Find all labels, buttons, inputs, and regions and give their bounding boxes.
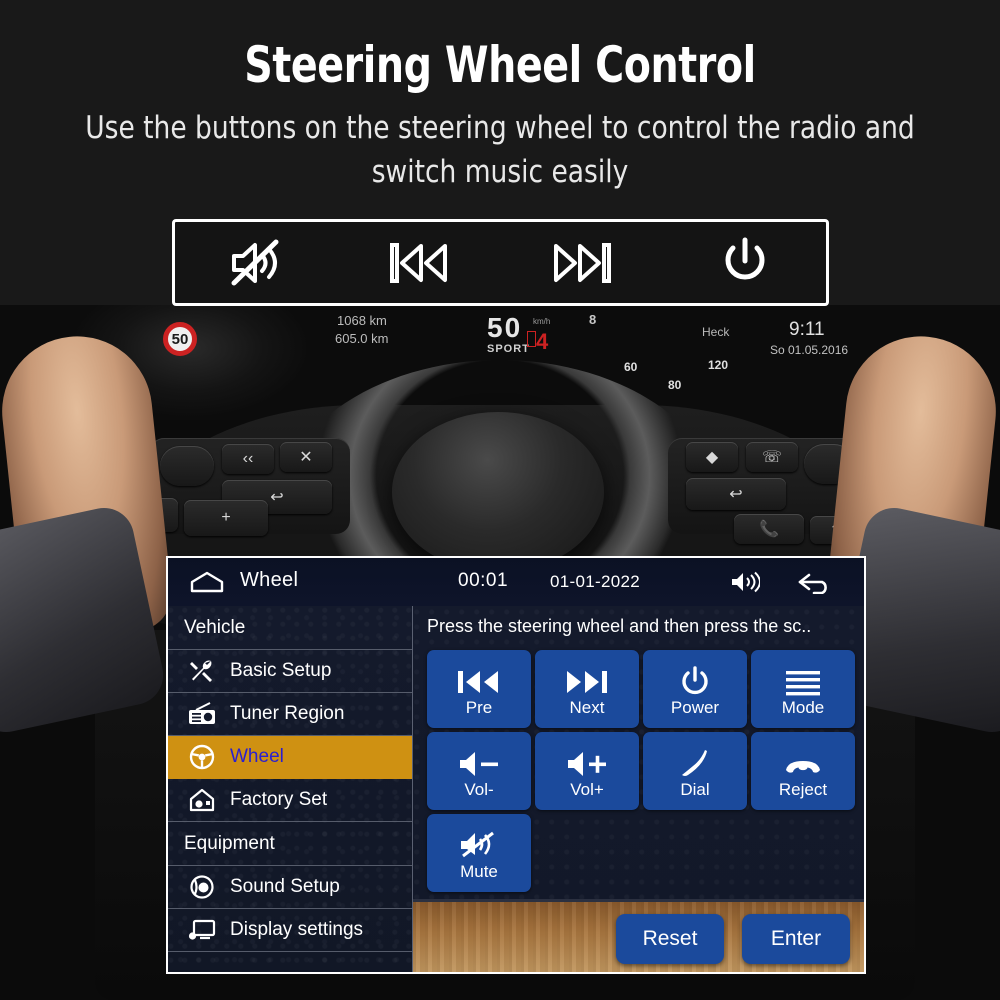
wheel-button-mute[interactable]: Mute [427, 814, 531, 892]
gear-indicator: 8 [589, 312, 597, 327]
page-subtitle: Use the buttons on the steering wheel to… [85, 110, 915, 190]
wheel-button-label: Next [569, 697, 605, 717]
speed-readout: 50 [487, 312, 523, 343]
sidebar-group-label: Vehicle [184, 616, 246, 638]
wheel-button-power[interactable]: Power [643, 650, 747, 728]
reset-button[interactable]: Reset [616, 914, 724, 964]
sidebar-item-sound-setup[interactable]: Sound Setup [168, 866, 412, 909]
sidebar-item-label: Factory Set [230, 789, 328, 810]
dash-clock: 9:11 [789, 319, 825, 340]
unit-clock: 00:01 [458, 570, 509, 591]
odometer-reading: 1068 km [337, 313, 387, 328]
next-track-icon [547, 234, 617, 292]
sidebar-item-basic-setup[interactable]: Basic Setup [168, 650, 412, 693]
sidebar-group-equipment: Equipment [168, 822, 412, 866]
gauge-tick-60: 60 [624, 360, 638, 374]
sidebar-item-label: Basic Setup [230, 660, 332, 681]
sidebar-item-label: Tuner Region [230, 703, 345, 724]
wood-panel-edge [413, 899, 864, 902]
gauge-tick-120: 120 [708, 358, 729, 372]
previous-track-icon [456, 662, 502, 696]
wheel-learning-pane: Press the steering wheel and then press … [413, 606, 864, 972]
enter-button[interactable]: Enter [742, 914, 850, 964]
wheel-button-pre[interactable]: Pre [427, 650, 531, 728]
rear-label: Heck [702, 325, 730, 339]
unit-date: 01-01-2022 [550, 572, 640, 591]
sidebar-group-vehicle: Vehicle [168, 606, 412, 650]
wheel-button-dial[interactable]: Dial [643, 732, 747, 810]
sidebar-item-label: Display settings [230, 919, 364, 940]
power-icon [680, 662, 710, 696]
speed-unit-label: km/h [533, 317, 551, 326]
instruction-text: Press the steering wheel and then press … [427, 616, 812, 636]
drive-mode-label: SPORT [487, 343, 530, 355]
power-icon [710, 234, 780, 292]
dash-date: So 01.05.2016 [770, 343, 849, 357]
head-unit-screen: Wheel 00:01 01-01-2022 Vehicle Basic Set… [166, 556, 866, 974]
wheel-button-vol-down[interactable]: Vol- [427, 732, 531, 810]
previous-track-icon [384, 234, 454, 292]
trip-reading: 605.0 km [335, 331, 389, 346]
sidebar-item-factory-set[interactable]: Factory Set [168, 779, 412, 822]
wheel-button-reject[interactable]: Reject [751, 732, 855, 810]
phone-reject-icon [782, 744, 824, 778]
wheel-button-vol-up[interactable]: Vol+ [535, 732, 639, 810]
steering-wheel-icon [182, 744, 222, 770]
wheel-button-next[interactable]: Next [535, 650, 639, 728]
sidebar-item-label: Wheel [230, 746, 284, 767]
gauge-tick-80: 80 [668, 378, 682, 392]
wheel-button-label: Mute [460, 861, 498, 881]
mute-icon [221, 234, 291, 292]
wheel-button-label: Pre [465, 697, 493, 717]
right-diamond-button[interactable]: ◆ [686, 442, 738, 472]
unit-header-bar: Wheel 00:01 01-01-2022 [168, 558, 864, 606]
sidebar-item-tuner-region[interactable]: Tuner Region [168, 693, 412, 736]
back-arrow-icon[interactable] [798, 572, 832, 599]
wheel-button-label: Reject [778, 779, 828, 799]
page-title: Steering Wheel Control [244, 36, 756, 94]
home-icon[interactable] [190, 571, 224, 598]
speaker-icon [182, 874, 222, 900]
volume-up-icon [565, 744, 609, 778]
left-mute-button[interactable]: ✕ [280, 442, 332, 472]
wheel-button-label: Vol+ [570, 779, 604, 799]
gear-box-outline [527, 331, 536, 347]
factory-reset-icon [182, 788, 222, 812]
wheel-button-label: Dial [680, 779, 710, 799]
sidebar-item-display-settings[interactable]: Display settings [168, 909, 412, 952]
menu-lines-icon [784, 662, 822, 696]
next-track-icon [564, 662, 610, 696]
monitor-icon [182, 918, 222, 942]
current-gear: 4 [536, 329, 549, 354]
right-phone-icon-button[interactable]: ☏ [746, 442, 798, 472]
volume-icon[interactable] [730, 570, 761, 599]
unit-body: Vehicle Basic Setup Tuner Region Wheel F… [168, 606, 864, 972]
phone-dial-icon [678, 744, 712, 778]
tools-icon [182, 659, 222, 683]
right-back-button[interactable]: ↩ [686, 478, 786, 510]
wheel-function-grid: Pre Next Power Mode Vol- Vol+ Dial Rejec… [427, 650, 855, 892]
sidebar-group-label: Equipment [184, 832, 275, 854]
speed-limit-sign: 50 [163, 322, 197, 356]
wheel-button-label: Power [670, 697, 720, 717]
volume-up-button[interactable]: + [184, 500, 268, 536]
feature-icon-strip [172, 219, 829, 306]
settings-sidebar: Vehicle Basic Setup Tuner Region Wheel F… [168, 606, 413, 972]
radio-icon [182, 702, 222, 726]
steering-wheel-hub [392, 412, 604, 572]
mute-icon [459, 826, 499, 860]
sidebar-item-wheel[interactable]: Wheel [168, 736, 412, 779]
volume-down-icon [457, 744, 501, 778]
left-seek-button[interactable]: ‹‹ [222, 444, 274, 474]
wheel-button-label: Mode [781, 697, 825, 717]
sidebar-item-label: Sound Setup [230, 876, 340, 897]
wheel-button-mode[interactable]: Mode [751, 650, 855, 728]
left-thumb-pad[interactable] [160, 446, 214, 486]
wheel-button-label: Vol- [464, 779, 494, 799]
right-call-button[interactable]: 📞 [734, 514, 804, 544]
unit-title: Wheel [240, 569, 299, 591]
left-spoke-panel: ‹‹ ✕ ↩ − + [120, 438, 350, 536]
action-button-row: Reset Enter [616, 914, 850, 964]
